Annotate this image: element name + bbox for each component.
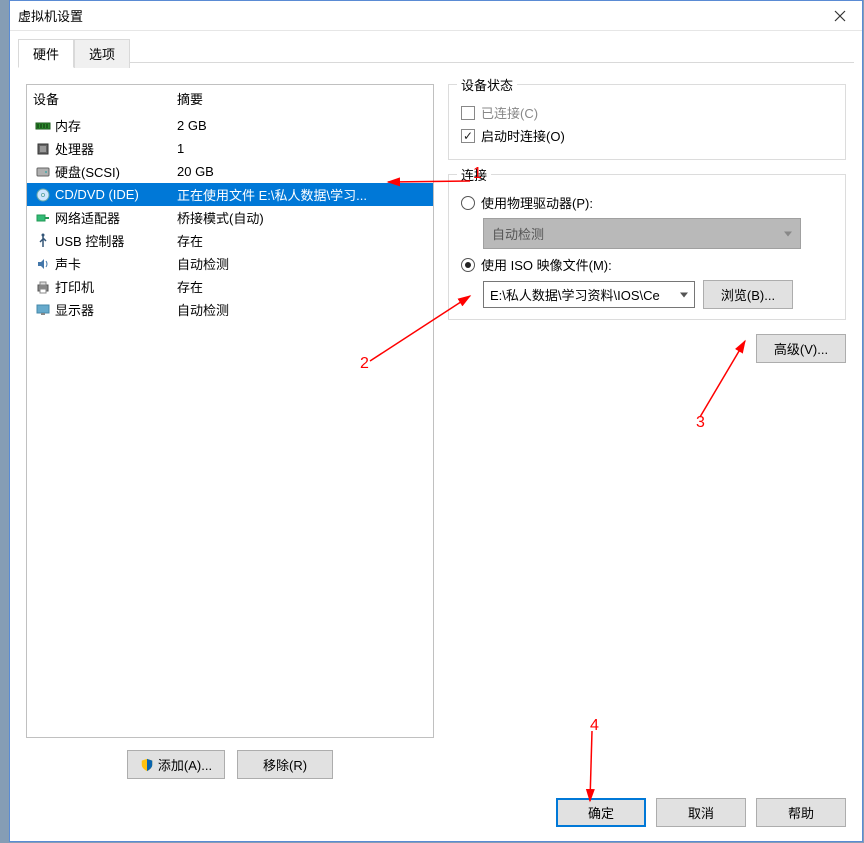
advanced-button[interactable]: 高级(V)...	[756, 334, 846, 363]
vm-settings-window: 虚拟机设置 硬件 选项 设备 摘要 内存 2 GB 处理	[9, 0, 863, 842]
row-sound[interactable]: 声卡 自动检测	[27, 252, 433, 275]
row-display[interactable]: 显示器 自动检测	[27, 298, 433, 321]
list-buttons: 添加(A)... 移除(R)	[26, 750, 434, 779]
device-state-group: 设备状态 已连接(C) 启动时连接(O)	[448, 84, 846, 160]
close-button[interactable]	[817, 1, 862, 30]
row-hdd[interactable]: 硬盘(SCSI) 20 GB	[27, 160, 433, 183]
remove-hardware-button[interactable]: 移除(R)	[237, 750, 333, 779]
row-printer[interactable]: 打印机 存在	[27, 275, 433, 298]
physical-drive-dropdown: 自动检测	[483, 218, 801, 249]
memory-icon	[35, 118, 51, 134]
iso-row: E:\私人数据\学习资料\IOS\Ce 浏览(B)...	[483, 280, 833, 309]
connected-checkbox[interactable]	[461, 106, 475, 120]
row-cddvd-label: CD/DVD (IDE)	[53, 187, 177, 202]
tab-hardware[interactable]: 硬件	[18, 39, 74, 68]
display-icon	[35, 302, 51, 318]
row-memory-label: 内存	[53, 116, 177, 135]
hardware-list[interactable]: 设备 摘要 内存 2 GB 处理器 1 硬盘(SCSI) 20 GB	[26, 84, 434, 738]
connected-label: 已连接(C)	[481, 103, 538, 122]
row-usb-summary: 存在	[177, 231, 433, 250]
row-nic-label: 网络适配器	[53, 208, 177, 227]
row-cpu-summary: 1	[177, 141, 433, 156]
right-column: 设备状态 已连接(C) 启动时连接(O) 连接 使用物理驱动器(P): 自动检测	[448, 84, 846, 779]
add-button-label: 添加(A)...	[158, 755, 212, 774]
use-iso-label: 使用 ISO 映像文件(M):	[481, 255, 612, 274]
connection-group: 连接 使用物理驱动器(P): 自动检测 使用 ISO 映像文件(M): E:\私…	[448, 174, 846, 320]
titlebar: 虚拟机设置	[10, 1, 862, 31]
row-cpu[interactable]: 处理器 1	[27, 137, 433, 160]
row-hdd-summary: 20 GB	[177, 164, 433, 179]
list-header: 设备 摘要	[27, 85, 433, 114]
device-state-legend: 设备状态	[457, 75, 517, 94]
row-hdd-label: 硬盘(SCSI)	[53, 162, 177, 181]
row-usb-label: USB 控制器	[53, 231, 177, 250]
hdd-icon	[35, 164, 51, 180]
printer-icon	[35, 279, 51, 295]
row-memory[interactable]: 内存 2 GB	[27, 114, 433, 137]
row-nic[interactable]: 网络适配器 桥接模式(自动)	[27, 206, 433, 229]
connect-on-power-label: 启动时连接(O)	[481, 126, 565, 145]
window-title: 虚拟机设置	[18, 6, 83, 25]
row-display-label: 显示器	[53, 300, 177, 319]
use-physical-label: 使用物理驱动器(P):	[481, 193, 593, 212]
dialog-footer: 确定 取消 帮助	[556, 798, 846, 827]
connection-legend: 连接	[457, 165, 491, 184]
connect-on-power-row[interactable]: 启动时连接(O)	[461, 126, 833, 145]
left-column: 设备 摘要 内存 2 GB 处理器 1 硬盘(SCSI) 20 GB	[26, 84, 434, 779]
content-area: 设备 摘要 内存 2 GB 处理器 1 硬盘(SCSI) 20 GB	[10, 68, 862, 795]
cpu-icon	[35, 141, 51, 157]
tabs: 硬件 选项	[18, 39, 862, 68]
header-device: 设备	[33, 89, 177, 108]
row-cddvd-summary: 正在使用文件 E:\私人数据\学习...	[177, 185, 433, 204]
use-physical-radio[interactable]	[461, 196, 475, 210]
cddvd-icon	[35, 187, 51, 203]
ok-button[interactable]: 确定	[556, 798, 646, 827]
close-icon	[834, 10, 846, 22]
header-summary: 摘要	[177, 89, 433, 108]
sound-icon	[35, 256, 51, 272]
row-display-summary: 自动检测	[177, 300, 433, 319]
row-cpu-label: 处理器	[53, 139, 177, 158]
advanced-row: 高级(V)...	[448, 334, 846, 363]
row-usb[interactable]: USB 控制器 存在	[27, 229, 433, 252]
help-button[interactable]: 帮助	[756, 798, 846, 827]
connected-row[interactable]: 已连接(C)	[461, 103, 833, 122]
iso-path-combo[interactable]: E:\私人数据\学习资料\IOS\Ce	[483, 281, 695, 308]
shield-icon	[140, 758, 154, 772]
row-printer-label: 打印机	[53, 277, 177, 296]
use-iso-radio[interactable]	[461, 258, 475, 272]
connect-on-power-checkbox[interactable]	[461, 129, 475, 143]
row-nic-summary: 桥接模式(自动)	[177, 208, 433, 227]
row-cddvd[interactable]: CD/DVD (IDE) 正在使用文件 E:\私人数据\学习...	[27, 183, 433, 206]
use-iso-row[interactable]: 使用 ISO 映像文件(M):	[461, 255, 833, 274]
row-sound-label: 声卡	[53, 254, 177, 273]
use-physical-row[interactable]: 使用物理驱动器(P):	[461, 193, 833, 212]
add-hardware-button[interactable]: 添加(A)...	[127, 750, 225, 779]
row-sound-summary: 自动检测	[177, 254, 433, 273]
row-memory-summary: 2 GB	[177, 118, 433, 133]
cancel-button[interactable]: 取消	[656, 798, 746, 827]
usb-icon	[35, 233, 51, 249]
browse-button[interactable]: 浏览(B)...	[703, 280, 793, 309]
tab-options[interactable]: 选项	[74, 39, 130, 68]
nic-icon	[35, 210, 51, 226]
row-printer-summary: 存在	[177, 277, 433, 296]
